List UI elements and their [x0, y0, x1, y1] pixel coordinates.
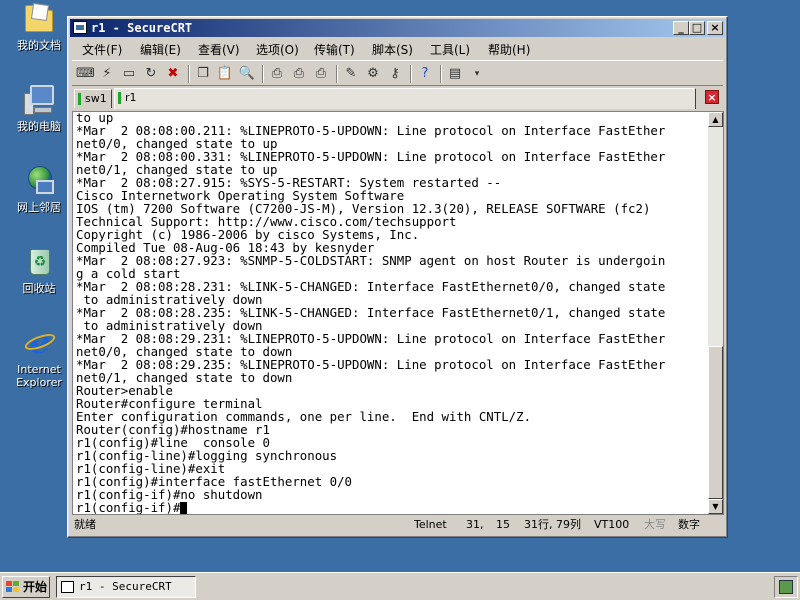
- terminal-line: r1(config-if)#: [76, 500, 181, 515]
- menu-script[interactable]: 脚本(S): [372, 41, 413, 58]
- disconnect-icon[interactable]: ✖: [164, 65, 182, 83]
- recycle-bin-icon: ♻: [22, 245, 56, 279]
- tab-sw1[interactable]: sw1: [74, 89, 112, 108]
- network-neighborhood-icon: [22, 164, 56, 198]
- desktop-icon-internet-explorer[interactable]: e Internet Explorer: [4, 326, 74, 389]
- close-tab-button[interactable]: ×: [705, 90, 719, 104]
- status-caps: 大写: [644, 518, 666, 531]
- tab-label: sw1: [85, 92, 107, 105]
- tab-status-indicator: [78, 93, 81, 105]
- menu-view[interactable]: 查看(V): [198, 41, 240, 58]
- system-tray: [774, 576, 798, 598]
- start-button[interactable]: 开始: [2, 576, 50, 598]
- network-status-icon[interactable]: [779, 580, 793, 594]
- find-icon[interactable]: 🔍: [238, 65, 256, 83]
- securecrt-app-icon: [61, 581, 74, 593]
- close-button[interactable]: ×: [707, 21, 723, 35]
- scroll-thumb[interactable]: [708, 346, 723, 499]
- menu-help[interactable]: 帮助(H): [488, 41, 530, 58]
- status-num: 数字: [678, 518, 700, 531]
- securecrt-app-icon[interactable]: [73, 21, 87, 34]
- title-bar[interactable]: r1 - SecureCRT _ □ ×: [70, 19, 725, 37]
- desktop-icon-label: 回收站: [22, 282, 56, 295]
- global-options-icon[interactable]: ⚙: [364, 65, 382, 83]
- keymap-icon[interactable]: ⚷: [386, 65, 404, 83]
- toolbar-separator: [440, 65, 442, 83]
- paste-icon[interactable]: 📋: [216, 65, 234, 83]
- desktop-icon-label: 网上邻居: [17, 201, 61, 214]
- print-icon[interactable]: ⎙: [268, 65, 286, 83]
- maximize-button[interactable]: □: [689, 21, 705, 35]
- tab-status-indicator: [118, 92, 121, 104]
- status-emulation: VT100: [594, 518, 630, 531]
- window-title: r1 - SecureCRT: [91, 21, 193, 35]
- menu-edit[interactable]: 编辑(E): [140, 41, 181, 58]
- desktop-icon-my-documents[interactable]: 我的文档: [4, 2, 74, 52]
- desktop-icon-label: Internet Explorer: [16, 363, 62, 389]
- toolbar: ⌨ ⚡ ▭ ↻ ✖ ❐ 📋 🔍 ⎙ ⎙ ⎙ ✎ ⚙ ⚷ ? ▤ ▾: [72, 60, 723, 86]
- my-computer-icon: [22, 83, 56, 117]
- status-ready: 就绪: [74, 518, 96, 531]
- status-col: 15: [496, 518, 510, 531]
- securecrt-window: r1 - SecureCRT _ □ × 文件(F) 编辑(E) 查看(V) 选…: [67, 16, 728, 538]
- session-options-icon[interactable]: ✎: [342, 65, 360, 83]
- status-size: 31行, 79列: [524, 518, 581, 531]
- help-icon[interactable]: ?: [416, 65, 434, 83]
- connect-icon[interactable]: ⌨: [76, 65, 95, 83]
- taskbar-item-securecrt[interactable]: r1 - SecureCRT: [56, 576, 196, 598]
- print-setup-icon[interactable]: ⎙: [312, 65, 330, 83]
- my-documents-icon: [22, 2, 56, 36]
- connect-tab-icon[interactable]: ▭: [120, 65, 138, 83]
- menu-options[interactable]: 选项(O): [256, 41, 299, 58]
- toolbar-separator: [262, 65, 264, 83]
- menu-transfer[interactable]: 传输(T): [314, 41, 355, 58]
- status-protocol: Telnet: [414, 518, 447, 531]
- menu-tools[interactable]: 工具(L): [430, 41, 470, 58]
- print-selection-icon[interactable]: ⎙: [290, 65, 308, 83]
- quick-connect-icon[interactable]: ⚡: [98, 65, 116, 83]
- windows-logo-icon: [6, 581, 19, 593]
- toolbar-separator: [188, 65, 190, 83]
- desktop-icon-label: 我的文档: [17, 39, 61, 52]
- terminal-scrollbar[interactable]: ▲ ▼: [708, 111, 724, 515]
- toolbar-separator: [410, 65, 412, 83]
- taskbar-item-label: r1 - SecureCRT: [79, 580, 172, 593]
- status-row: 31,: [466, 518, 484, 531]
- reconnect-icon[interactable]: ↻: [142, 65, 160, 83]
- desktop-icon-label: 我的电脑: [17, 120, 61, 133]
- terminal-text: to up *Mar 2 08:08:00.211: %LINEPROTO-5-…: [73, 112, 708, 515]
- copy-icon[interactable]: ❐: [194, 65, 212, 83]
- desktop-icon-my-computer[interactable]: 我的电脑: [4, 83, 74, 133]
- session-tab-bar: sw1 r1 ×: [72, 88, 723, 109]
- desktop-icon-recycle-bin[interactable]: ♻ 回收站: [4, 245, 74, 295]
- terminal-output[interactable]: to up *Mar 2 08:08:00.211: %LINEPROTO-5-…: [72, 111, 708, 515]
- more-icon[interactable]: ▾: [468, 65, 486, 83]
- scroll-up-button[interactable]: ▲: [708, 112, 723, 127]
- tab-r1[interactable]: r1: [114, 88, 696, 109]
- terminal-cursor: [180, 502, 188, 514]
- internet-explorer-icon: e: [22, 326, 58, 360]
- status-bar: 就绪 Telnet 31, 15 31行, 79列 VT100 大写 数字: [70, 515, 725, 535]
- start-label: 开始: [23, 580, 48, 594]
- menu-bar: 文件(F) 编辑(E) 查看(V) 选项(O) 传输(T) 脚本(S) 工具(L…: [70, 39, 725, 57]
- log-icon[interactable]: ▤: [446, 65, 464, 83]
- menu-file[interactable]: 文件(F): [82, 41, 122, 58]
- minimize-button[interactable]: _: [673, 21, 689, 35]
- scroll-down-button[interactable]: ▼: [708, 499, 723, 514]
- toolbar-separator: [336, 65, 338, 83]
- taskbar: 开始 r1 - SecureCRT: [0, 572, 800, 600]
- tab-label: r1: [125, 91, 137, 104]
- desktop-icon-network[interactable]: 网上邻居: [4, 164, 74, 214]
